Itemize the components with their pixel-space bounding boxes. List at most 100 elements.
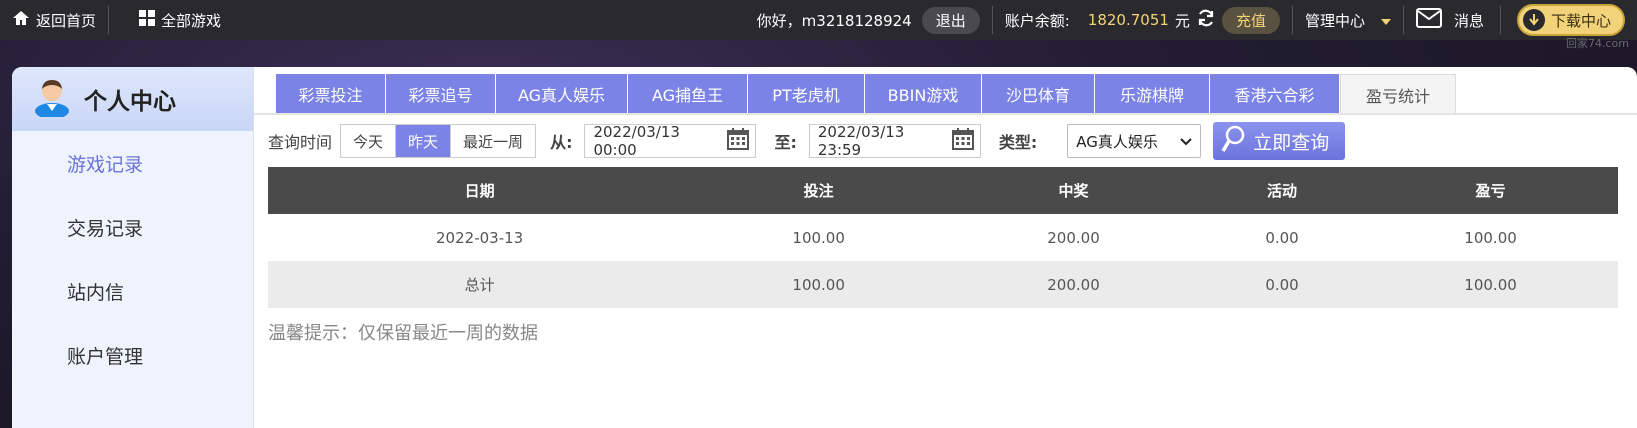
sidebar-item-account-management[interactable]: 账户管理 xyxy=(12,323,253,387)
tab-profit-loss[interactable]: 盈亏统计 xyxy=(1340,74,1456,114)
table-cell: 2022-03-13 xyxy=(436,228,524,247)
table-header-row: 日期 投注 中奖 活动 盈亏 xyxy=(268,167,1618,214)
game-type-select[interactable]: AG真人娱乐 xyxy=(1067,124,1202,158)
home-icon xyxy=(12,10,30,30)
to-datetime-value: 2022/03/13 23:59 xyxy=(817,123,905,159)
tab-label: 乐游棋牌 xyxy=(1119,86,1184,105)
tab-pt-slots[interactable]: PT老虎机 xyxy=(748,74,865,114)
all-games-label: 全部游戏 xyxy=(161,11,222,30)
balance-value: 1820.7051 xyxy=(1087,11,1169,29)
filter-bar: 查询时间 今天 昨天 最近一周 从: 2022/03/13 00:00 至: 2… xyxy=(268,122,1346,160)
tab-saba-sports[interactable]: 沙巴体育 xyxy=(982,74,1095,114)
download-center-button[interactable]: 下载中心 xyxy=(1516,4,1625,36)
home-label: 返回首页 xyxy=(36,11,97,30)
table-cell: 0.00 xyxy=(1200,261,1364,308)
table-row: 2022-03-13 100.00 200.00 0.00 100.00 xyxy=(268,214,1618,261)
messages-label: 消息 xyxy=(1453,11,1484,30)
from-datetime-input[interactable]: 2022/03/13 00:00 xyxy=(584,123,757,159)
tab-label: PT老虎机 xyxy=(772,86,840,105)
sidebar-item-label: 游戏记录 xyxy=(67,153,144,176)
retention-tip: 温馨提示：仅保留最近一周的数据 xyxy=(268,323,538,344)
sidebar-item-label: 交易记录 xyxy=(67,217,144,240)
download-wrap: 下载中心 xyxy=(1501,0,1637,40)
tab-label: 盈亏统计 xyxy=(1365,86,1430,106)
balance-unit: 元 xyxy=(1174,11,1190,30)
tab-label: 香港六合彩 xyxy=(1234,86,1315,105)
query-now-label: 立即查询 xyxy=(1253,131,1330,154)
personal-center-panel: 个人中心 游戏记录 交易记录 站内信 账户管理 彩票投注 彩票追号 AG真人娱乐… xyxy=(12,67,1637,428)
date-range-selector: 今天 昨天 最近一周 xyxy=(340,124,537,158)
calendar-icon[interactable] xyxy=(951,128,974,154)
sidebar-item-game-records[interactable]: 游戏记录 xyxy=(12,131,253,195)
table-cell: 总计 xyxy=(268,261,692,308)
tab-leyou-chess[interactable]: 乐游棋牌 xyxy=(1095,74,1210,114)
profit-loss-table: 日期 投注 中奖 活动 盈亏 2022-03-13 100.00 200.00 … xyxy=(268,167,1618,308)
tab-label: AG真人娱乐 xyxy=(517,86,606,105)
column-header: 日期 xyxy=(268,167,692,214)
home-link[interactable]: 返回首页 xyxy=(0,0,108,40)
greeting: 你好，m3218128924 xyxy=(745,0,916,40)
column-header: 盈亏 xyxy=(1363,167,1618,214)
record-tabs: 彩票投注 彩票追号 AG真人娱乐 AG捕鱼王 PT老虎机 BBIN游戏 沙巴体育… xyxy=(276,74,1456,114)
column-header: 中奖 xyxy=(946,167,1201,214)
chevron-down-icon xyxy=(1180,132,1192,150)
balance-label: 账户余额: xyxy=(1004,11,1070,30)
table-cell: 100.00 xyxy=(1464,228,1517,247)
query-time-label: 查询时间 xyxy=(268,133,333,152)
to-label: 至: xyxy=(774,133,797,152)
query-now-button[interactable]: 立即查询 xyxy=(1213,122,1346,160)
from-datetime-value: 2022/03/13 00:00 xyxy=(593,123,680,159)
type-label: 类型: xyxy=(998,133,1038,152)
tab-label: AG捕鱼王 xyxy=(651,86,724,105)
main-content: 彩票投注 彩票追号 AG真人娱乐 AG捕鱼王 PT老虎机 BBIN游戏 沙巴体育… xyxy=(254,67,1637,428)
logout-wrap: 退出 xyxy=(916,0,992,40)
recharge-button[interactable]: 充值 xyxy=(1221,6,1280,34)
range-today[interactable]: 今天 xyxy=(341,125,397,157)
magnifier-icon xyxy=(1221,125,1245,158)
tab-ag-live[interactable]: AG真人娱乐 xyxy=(496,74,628,114)
calendar-icon[interactable] xyxy=(727,128,750,154)
from-label: 从: xyxy=(550,133,573,152)
table-cell: 200.00 xyxy=(946,261,1201,308)
sidebar-item-label: 站内信 xyxy=(67,281,125,304)
sidebar-header: 个人中心 xyxy=(12,67,253,131)
manage-center-menu[interactable]: 管理中心 xyxy=(1293,0,1403,40)
to-datetime-input[interactable]: 2022/03/13 23:59 xyxy=(808,123,981,159)
table-cell: 200.00 xyxy=(1047,228,1100,247)
tab-bbin-games[interactable]: BBIN游戏 xyxy=(865,74,982,114)
tab-lottery-bets[interactable]: 彩票投注 xyxy=(276,74,386,114)
sidebar-item-label: 账户管理 xyxy=(67,345,144,368)
table-total-row: 总计 100.00 200.00 0.00 100.00 xyxy=(268,261,1618,308)
caret-down-icon xyxy=(1380,11,1391,29)
tab-ag-fishing[interactable]: AG捕鱼王 xyxy=(628,74,748,114)
download-center-label: 下载中心 xyxy=(1550,11,1611,30)
tab-hk-mark-six[interactable]: 香港六合彩 xyxy=(1210,74,1340,114)
grid-icon xyxy=(139,10,156,30)
greeting-text: 你好，m3218128924 xyxy=(756,11,912,30)
manage-center-label: 管理中心 xyxy=(1304,11,1365,30)
tab-underline xyxy=(254,113,1637,115)
range-last-week[interactable]: 最近一周 xyxy=(451,125,535,157)
sidebar: 个人中心 游戏记录 交易记录 站内信 账户管理 xyxy=(12,67,254,428)
tab-label: BBIN游戏 xyxy=(887,86,959,105)
column-header: 投注 xyxy=(691,167,947,214)
table-cell: 100.00 xyxy=(1363,261,1618,308)
balance: 账户余额: 1820.7051 元 充值 xyxy=(993,0,1292,40)
messages-link[interactable]: 消息 xyxy=(1404,0,1500,40)
game-type-value: AG真人娱乐 xyxy=(1076,132,1158,151)
sidebar-item-inbox[interactable]: 站内信 xyxy=(12,259,253,323)
logout-button[interactable]: 退出 xyxy=(921,6,980,34)
mail-icon xyxy=(1415,8,1442,32)
table-cell: 100.00 xyxy=(792,228,845,247)
sidebar-item-transaction-records[interactable]: 交易记录 xyxy=(12,195,253,259)
all-games-link[interactable]: 全部游戏 xyxy=(109,0,233,40)
user-avatar-icon xyxy=(34,77,70,121)
table-cell: 0.00 xyxy=(1265,228,1299,247)
top-bar: 返回首页 全部游戏 你好，m3218128924 退出 账户余额: 1820.7… xyxy=(0,0,1637,40)
tab-lottery-chase[interactable]: 彩票追号 xyxy=(386,74,496,114)
refresh-icon[interactable] xyxy=(1196,8,1216,32)
column-header: 活动 xyxy=(1200,167,1364,214)
download-icon xyxy=(1522,9,1545,31)
range-yesterday[interactable]: 昨天 xyxy=(396,125,452,157)
sidebar-title: 个人中心 xyxy=(84,89,176,115)
